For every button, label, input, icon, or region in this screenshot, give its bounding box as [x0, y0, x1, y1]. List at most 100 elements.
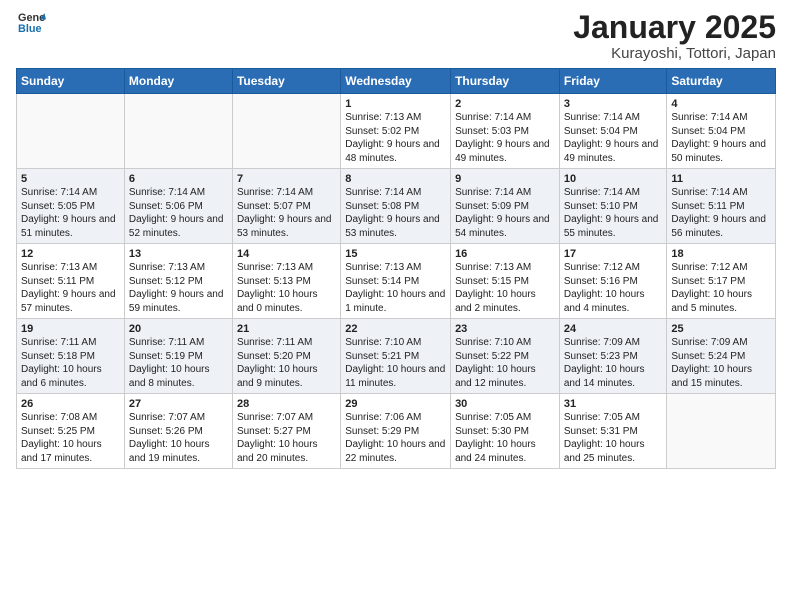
day-number: 27 — [129, 398, 228, 410]
day-number: 12 — [21, 248, 120, 260]
day-number: 17 — [564, 248, 663, 260]
calendar-cell: 2Sunrise: 7:14 AM Sunset: 5:03 PM Daylig… — [451, 94, 560, 169]
calendar-cell: 20Sunrise: 7:11 AM Sunset: 5:19 PM Dayli… — [124, 319, 232, 394]
day-number: 23 — [455, 323, 555, 335]
day-info: Sunrise: 7:13 AM Sunset: 5:11 PM Dayligh… — [21, 261, 120, 315]
weekday-header-tuesday: Tuesday — [232, 69, 340, 94]
calendar-cell: 11Sunrise: 7:14 AM Sunset: 5:11 PM Dayli… — [667, 169, 776, 244]
day-info: Sunrise: 7:14 AM Sunset: 5:03 PM Dayligh… — [455, 111, 555, 165]
day-info: Sunrise: 7:08 AM Sunset: 5:25 PM Dayligh… — [21, 411, 120, 465]
calendar-cell: 16Sunrise: 7:13 AM Sunset: 5:15 PM Dayli… — [451, 244, 560, 319]
day-number: 11 — [671, 173, 771, 185]
location-title: Kurayoshi, Tottori, Japan — [573, 45, 776, 62]
calendar-cell: 29Sunrise: 7:06 AM Sunset: 5:29 PM Dayli… — [341, 394, 451, 469]
day-info: Sunrise: 7:07 AM Sunset: 5:27 PM Dayligh… — [237, 411, 336, 465]
logo: General Blue — [16, 10, 46, 43]
calendar-cell: 28Sunrise: 7:07 AM Sunset: 5:27 PM Dayli… — [232, 394, 340, 469]
calendar-cell: 19Sunrise: 7:11 AM Sunset: 5:18 PM Dayli… — [17, 319, 125, 394]
day-info: Sunrise: 7:13 AM Sunset: 5:12 PM Dayligh… — [129, 261, 228, 315]
weekday-header-sunday: Sunday — [17, 69, 125, 94]
day-number: 3 — [564, 98, 663, 110]
calendar-cell: 8Sunrise: 7:14 AM Sunset: 5:08 PM Daylig… — [341, 169, 451, 244]
calendar-cell — [667, 394, 776, 469]
day-number: 15 — [345, 248, 446, 260]
day-number: 4 — [671, 98, 771, 110]
day-info: Sunrise: 7:14 AM Sunset: 5:10 PM Dayligh… — [564, 186, 663, 240]
calendar-cell: 30Sunrise: 7:05 AM Sunset: 5:30 PM Dayli… — [451, 394, 560, 469]
day-info: Sunrise: 7:07 AM Sunset: 5:26 PM Dayligh… — [129, 411, 228, 465]
day-number: 10 — [564, 173, 663, 185]
day-number: 6 — [129, 173, 228, 185]
day-info: Sunrise: 7:12 AM Sunset: 5:16 PM Dayligh… — [564, 261, 663, 315]
day-number: 26 — [21, 398, 120, 410]
day-number: 25 — [671, 323, 771, 335]
day-number: 1 — [345, 98, 446, 110]
calendar-cell: 25Sunrise: 7:09 AM Sunset: 5:24 PM Dayli… — [667, 319, 776, 394]
calendar-week-row: 1Sunrise: 7:13 AM Sunset: 5:02 PM Daylig… — [17, 94, 776, 169]
calendar-cell: 26Sunrise: 7:08 AM Sunset: 5:25 PM Dayli… — [17, 394, 125, 469]
day-info: Sunrise: 7:13 AM Sunset: 5:13 PM Dayligh… — [237, 261, 336, 315]
day-info: Sunrise: 7:14 AM Sunset: 5:06 PM Dayligh… — [129, 186, 228, 240]
calendar-cell: 22Sunrise: 7:10 AM Sunset: 5:21 PM Dayli… — [341, 319, 451, 394]
day-info: Sunrise: 7:14 AM Sunset: 5:09 PM Dayligh… — [455, 186, 555, 240]
day-number: 9 — [455, 173, 555, 185]
calendar-cell: 13Sunrise: 7:13 AM Sunset: 5:12 PM Dayli… — [124, 244, 232, 319]
calendar-cell: 7Sunrise: 7:14 AM Sunset: 5:07 PM Daylig… — [232, 169, 340, 244]
calendar-cell: 12Sunrise: 7:13 AM Sunset: 5:11 PM Dayli… — [17, 244, 125, 319]
page: General Blue January 2025 Kurayoshi, Tot… — [0, 0, 792, 612]
day-number: 2 — [455, 98, 555, 110]
day-number: 22 — [345, 323, 446, 335]
calendar-cell — [232, 94, 340, 169]
day-number: 13 — [129, 248, 228, 260]
calendar-cell: 15Sunrise: 7:13 AM Sunset: 5:14 PM Dayli… — [341, 244, 451, 319]
weekday-header-thursday: Thursday — [451, 69, 560, 94]
day-info: Sunrise: 7:06 AM Sunset: 5:29 PM Dayligh… — [345, 411, 446, 465]
calendar-table: SundayMondayTuesdayWednesdayThursdayFrid… — [16, 68, 776, 469]
weekday-header-monday: Monday — [124, 69, 232, 94]
calendar-cell: 27Sunrise: 7:07 AM Sunset: 5:26 PM Dayli… — [124, 394, 232, 469]
weekday-header-wednesday: Wednesday — [341, 69, 451, 94]
day-number: 5 — [21, 173, 120, 185]
day-number: 20 — [129, 323, 228, 335]
calendar-cell: 31Sunrise: 7:05 AM Sunset: 5:31 PM Dayli… — [559, 394, 667, 469]
day-number: 16 — [455, 248, 555, 260]
calendar-cell: 24Sunrise: 7:09 AM Sunset: 5:23 PM Dayli… — [559, 319, 667, 394]
day-info: Sunrise: 7:14 AM Sunset: 5:07 PM Dayligh… — [237, 186, 336, 240]
title-block: January 2025 Kurayoshi, Tottori, Japan — [573, 10, 776, 62]
day-info: Sunrise: 7:14 AM Sunset: 5:08 PM Dayligh… — [345, 186, 446, 240]
day-info: Sunrise: 7:10 AM Sunset: 5:22 PM Dayligh… — [455, 336, 555, 390]
svg-text:Blue: Blue — [18, 23, 42, 35]
header: General Blue January 2025 Kurayoshi, Tot… — [16, 10, 776, 62]
calendar-cell — [124, 94, 232, 169]
calendar-cell: 5Sunrise: 7:14 AM Sunset: 5:05 PM Daylig… — [17, 169, 125, 244]
calendar-cell: 3Sunrise: 7:14 AM Sunset: 5:04 PM Daylig… — [559, 94, 667, 169]
day-number: 31 — [564, 398, 663, 410]
day-number: 24 — [564, 323, 663, 335]
calendar-cell: 23Sunrise: 7:10 AM Sunset: 5:22 PM Dayli… — [451, 319, 560, 394]
calendar-cell: 18Sunrise: 7:12 AM Sunset: 5:17 PM Dayli… — [667, 244, 776, 319]
calendar-cell: 1Sunrise: 7:13 AM Sunset: 5:02 PM Daylig… — [341, 94, 451, 169]
day-info: Sunrise: 7:14 AM Sunset: 5:11 PM Dayligh… — [671, 186, 771, 240]
calendar-cell — [17, 94, 125, 169]
day-info: Sunrise: 7:13 AM Sunset: 5:02 PM Dayligh… — [345, 111, 446, 165]
calendar-week-row: 5Sunrise: 7:14 AM Sunset: 5:05 PM Daylig… — [17, 169, 776, 244]
weekday-header-row: SundayMondayTuesdayWednesdayThursdayFrid… — [17, 69, 776, 94]
calendar-week-row: 26Sunrise: 7:08 AM Sunset: 5:25 PM Dayli… — [17, 394, 776, 469]
day-info: Sunrise: 7:13 AM Sunset: 5:15 PM Dayligh… — [455, 261, 555, 315]
day-info: Sunrise: 7:10 AM Sunset: 5:21 PM Dayligh… — [345, 336, 446, 390]
calendar-cell: 4Sunrise: 7:14 AM Sunset: 5:04 PM Daylig… — [667, 94, 776, 169]
calendar-cell: 6Sunrise: 7:14 AM Sunset: 5:06 PM Daylig… — [124, 169, 232, 244]
day-info: Sunrise: 7:09 AM Sunset: 5:24 PM Dayligh… — [671, 336, 771, 390]
day-number: 18 — [671, 248, 771, 260]
day-info: Sunrise: 7:12 AM Sunset: 5:17 PM Dayligh… — [671, 261, 771, 315]
day-number: 14 — [237, 248, 336, 260]
day-number: 7 — [237, 173, 336, 185]
logo-icon: General Blue — [18, 10, 46, 38]
day-number: 29 — [345, 398, 446, 410]
calendar-cell: 21Sunrise: 7:11 AM Sunset: 5:20 PM Dayli… — [232, 319, 340, 394]
day-info: Sunrise: 7:05 AM Sunset: 5:31 PM Dayligh… — [564, 411, 663, 465]
calendar-cell: 17Sunrise: 7:12 AM Sunset: 5:16 PM Dayli… — [559, 244, 667, 319]
day-info: Sunrise: 7:14 AM Sunset: 5:04 PM Dayligh… — [564, 111, 663, 165]
weekday-header-saturday: Saturday — [667, 69, 776, 94]
calendar-cell: 9Sunrise: 7:14 AM Sunset: 5:09 PM Daylig… — [451, 169, 560, 244]
